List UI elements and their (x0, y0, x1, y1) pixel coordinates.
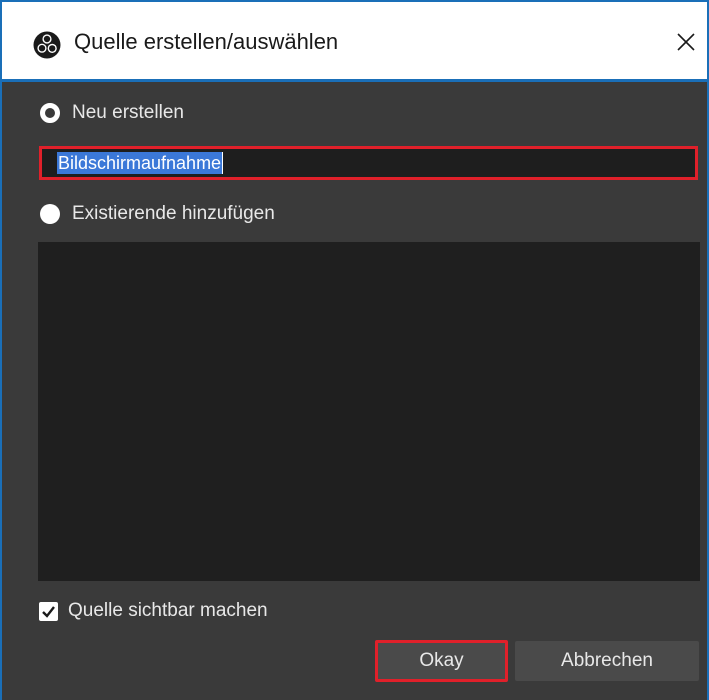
obs-logo-icon (33, 31, 61, 59)
close-icon (677, 33, 695, 51)
add-existing-option[interactable]: Existierende hinzufügen (40, 203, 275, 225)
existing-sources-list[interactable] (38, 242, 700, 581)
text-caret (222, 152, 224, 174)
source-name-input[interactable]: Bildschirmaufnahme (39, 146, 698, 180)
make-visible-checkbox[interactable] (39, 601, 58, 621)
title-bar[interactable]: Quelle erstellen/auswählen (2, 2, 707, 82)
create-new-label: Neu erstellen (72, 102, 184, 123)
make-visible-option[interactable]: Quelle sichtbar machen (39, 600, 268, 622)
dialog-title: Quelle erstellen/auswählen (74, 29, 339, 54)
okay-button[interactable]: Okay (375, 640, 508, 682)
cancel-button[interactable]: Abbrechen (515, 641, 699, 681)
checkmark-icon (42, 605, 55, 618)
add-existing-label: Existierende hinzufügen (72, 203, 275, 224)
create-new-option[interactable]: Neu erstellen (40, 102, 184, 124)
source-name-value: Bildschirmaufnahme (57, 152, 223, 174)
create-select-source-dialog: Quelle erstellen/auswählen Neu erstellen… (0, 0, 709, 700)
create-new-radio[interactable] (40, 103, 60, 123)
close-button[interactable] (666, 20, 706, 64)
dialog-body: Neu erstellen Bildschirmaufnahme Existie… (2, 82, 707, 700)
make-visible-label: Quelle sichtbar machen (68, 600, 268, 621)
add-existing-radio[interactable] (40, 204, 60, 224)
